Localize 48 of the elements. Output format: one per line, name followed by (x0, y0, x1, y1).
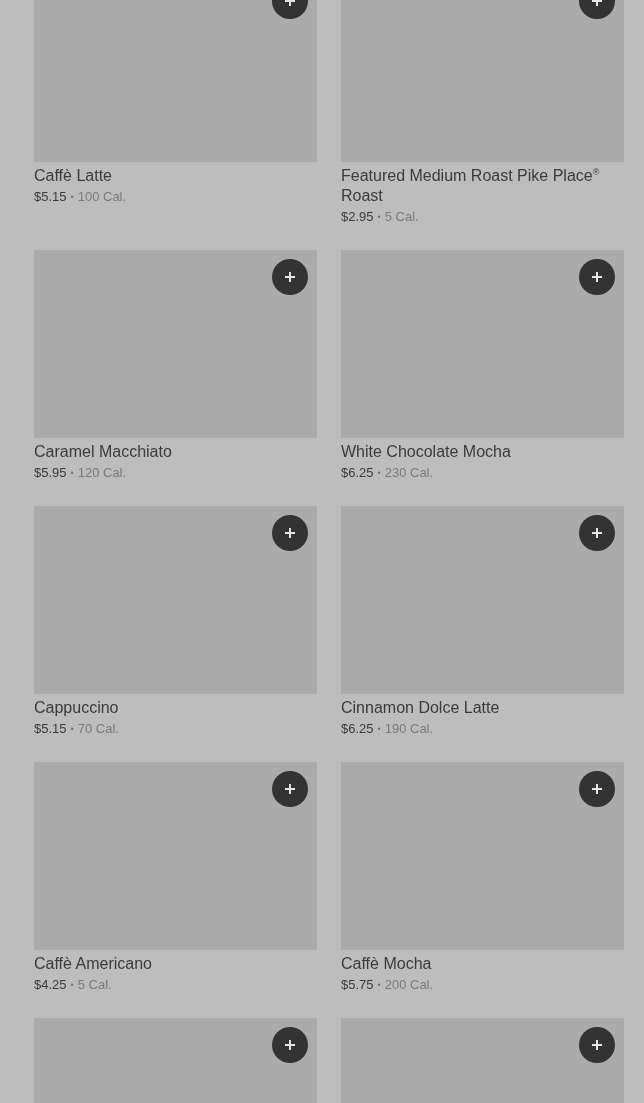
separator-dot: • (70, 467, 74, 480)
separator-dot: • (377, 723, 381, 736)
item-calories: 190 Cal. (384, 720, 434, 738)
item-name: Caffè Americano (34, 954, 153, 974)
add-button[interactable] (272, 259, 308, 295)
plus-icon (284, 271, 296, 283)
item-price: $5.95 (34, 464, 67, 482)
item-price: $5.15 (34, 720, 67, 738)
plus-icon (284, 783, 296, 795)
add-button[interactable] (579, 515, 615, 551)
separator-dot: • (70, 191, 74, 204)
item-price: $2.95 (341, 208, 374, 226)
item-price: $5.75 (341, 976, 374, 994)
item-name: Cinnamon Dolce Latte (341, 698, 501, 718)
separator-dot: • (70, 723, 74, 736)
add-button[interactable] (272, 771, 308, 807)
plus-icon (591, 783, 603, 795)
item-price: $5.15 (34, 188, 67, 206)
separator-dot: • (377, 979, 381, 992)
item-calories: 5 Cal. (384, 208, 419, 226)
add-button[interactable] (579, 259, 615, 295)
item-calories: 100 Cal. (77, 188, 127, 206)
item-price: $4.25 (34, 976, 67, 994)
add-button[interactable] (579, 1027, 615, 1063)
plus-icon (591, 1039, 603, 1051)
item-price: $6.25 (341, 720, 374, 738)
item-calories: 70 Cal. (77, 720, 119, 738)
item-name: Caramel Macchiato (34, 442, 173, 462)
separator-dot: • (70, 979, 74, 992)
item-calories: 5 Cal. (77, 976, 112, 994)
item-name: White Chocolate Mocha (341, 442, 512, 462)
plus-icon (284, 1039, 296, 1051)
add-button[interactable] (272, 1027, 308, 1063)
separator-dot: • (377, 467, 381, 480)
add-button[interactable] (579, 771, 615, 807)
plus-icon (591, 527, 603, 539)
add-button[interactable] (272, 515, 308, 551)
item-price: $6.25 (341, 464, 374, 482)
item-name: Featured Medium Roast Pike Place$^{®}$ Roast (341, 166, 601, 206)
item-calories: 120 Cal. (77, 464, 127, 482)
item-name: Caffè Mocha (341, 954, 433, 974)
item-calories: 230 Cal. (384, 464, 434, 482)
plus-icon (284, 527, 296, 539)
item-name: Cappuccino (34, 698, 120, 718)
separator-dot: • (377, 211, 381, 224)
item-calories: 200 Cal. (384, 976, 434, 994)
plus-icon (591, 271, 603, 283)
item-name: Caffè Latte (34, 166, 113, 186)
